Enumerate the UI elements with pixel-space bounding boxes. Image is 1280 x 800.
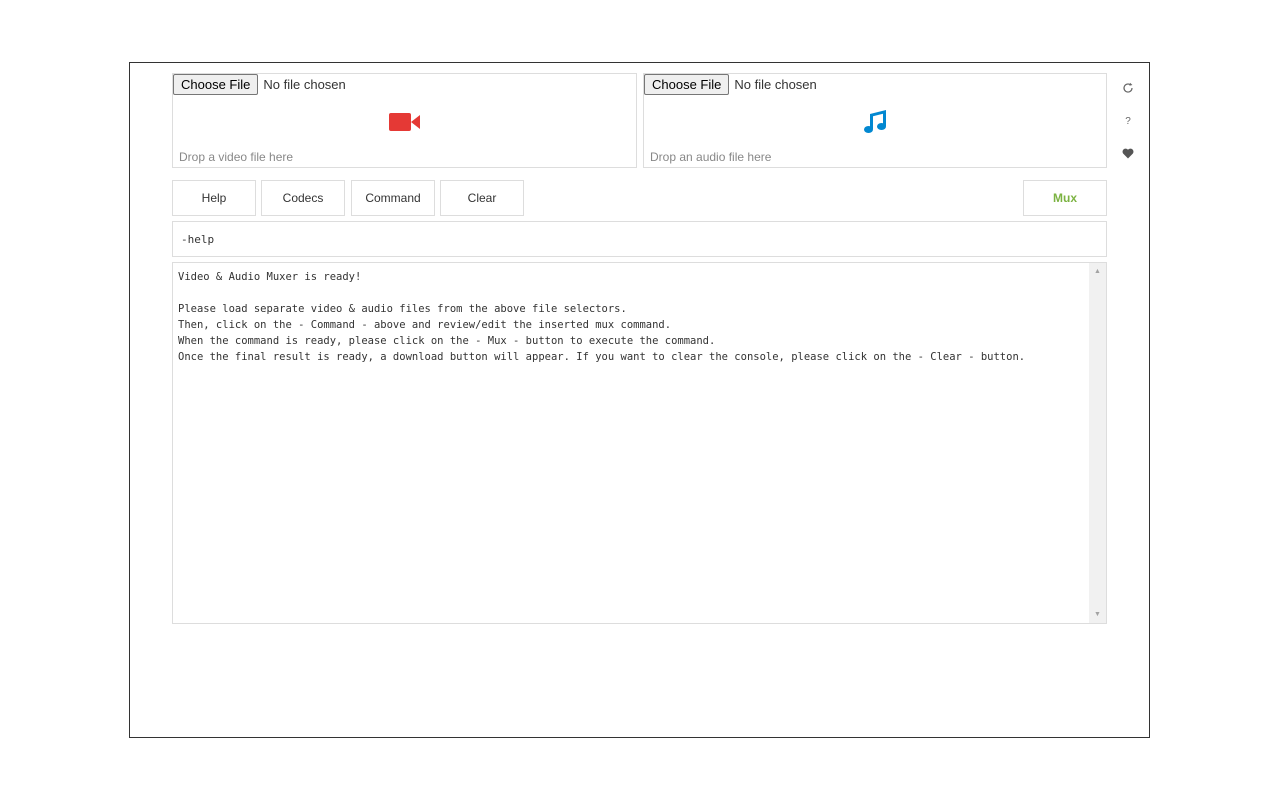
video-camera-icon: [388, 107, 422, 137]
help-button[interactable]: Help: [172, 180, 256, 216]
video-drop-hint: Drop a video file here: [179, 150, 294, 164]
audio-drop-hint: Drop an audio file here: [650, 150, 772, 164]
console-scrollbar[interactable]: ▲ ▼: [1089, 263, 1106, 623]
mux-button[interactable]: Mux: [1023, 180, 1107, 216]
audio-file-status: No file chosen: [734, 77, 817, 92]
video-drop-zone[interactable]: Choose File No file chosen Drop a video …: [172, 73, 637, 168]
video-file-status: No file chosen: [263, 77, 346, 92]
audio-file-selector: Choose File No file chosen: [644, 74, 817, 95]
audio-drop-zone[interactable]: Choose File No file chosen Drop an audio…: [643, 73, 1107, 168]
question-icon[interactable]: ?: [1120, 113, 1136, 129]
scroll-down-arrow-icon[interactable]: ▼: [1089, 606, 1106, 623]
video-choose-file-button[interactable]: Choose File: [173, 74, 259, 95]
video-file-selector: Choose File No file chosen: [173, 74, 346, 95]
console-text: Video & Audio Muxer is ready! Please loa…: [178, 271, 1026, 363]
command-input[interactable]: [172, 221, 1107, 257]
scroll-up-arrow-icon[interactable]: ▲: [1089, 263, 1106, 280]
heart-icon[interactable]: [1120, 145, 1136, 161]
console-output[interactable]: Video & Audio Muxer is ready! Please loa…: [172, 262, 1107, 624]
reload-icon[interactable]: [1120, 80, 1136, 96]
music-note-icon: [858, 107, 892, 137]
command-button[interactable]: Command: [351, 180, 435, 216]
clear-button[interactable]: Clear: [440, 180, 524, 216]
audio-choose-file-button[interactable]: Choose File: [644, 74, 730, 95]
codecs-button[interactable]: Codecs: [261, 180, 345, 216]
